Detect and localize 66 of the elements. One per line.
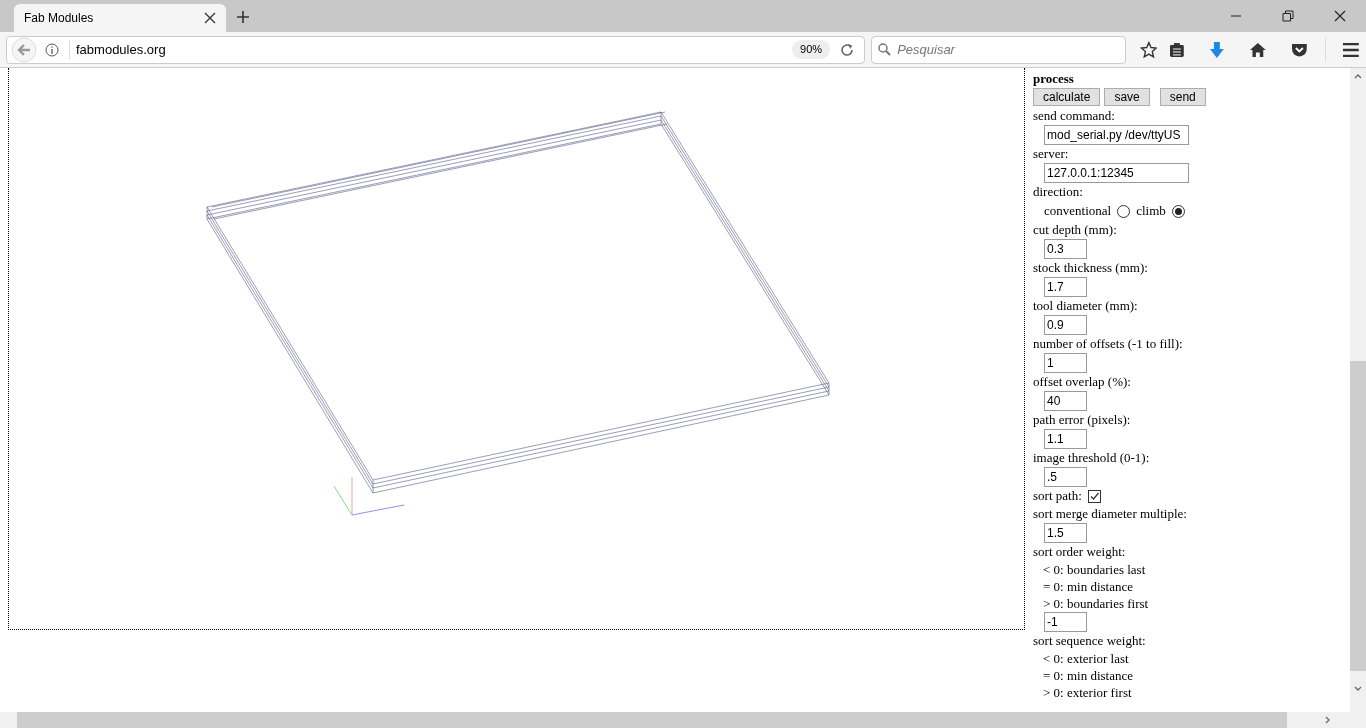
field-label: tool diameter (mm):: [1033, 297, 1139, 315]
scroll-right-icon[interactable]: [1325, 716, 1330, 724]
zoom-level[interactable]: 90%: [792, 40, 831, 59]
back-icon[interactable]: [11, 36, 37, 63]
search-input[interactable]: Pesquisar: [897, 39, 1119, 60]
address-bar[interactable]: fabmodules.org 90%: [6, 35, 866, 64]
star-icon[interactable]: [1139, 40, 1158, 59]
tab-title: Fab Modules: [24, 10, 94, 27]
field-label: sort merge diameter multiple:: [1033, 505, 1188, 523]
action-button[interactable]: save: [1104, 88, 1150, 106]
close-icon[interactable]: [204, 12, 216, 24]
radio-button[interactable]: [1117, 204, 1131, 218]
scroll-up-icon[interactable]: [1354, 74, 1362, 79]
number-field[interactable]: 0.9: [1044, 315, 1087, 335]
field-label: send command:: [1033, 107, 1116, 125]
action-button[interactable]: calculate: [1033, 88, 1101, 106]
field-label: path error (pixels):: [1033, 411, 1132, 429]
field-label: sort order weight:: [1033, 543, 1127, 561]
scrollbar-thumb[interactable]: [1350, 361, 1366, 671]
info-icon[interactable]: [45, 42, 59, 57]
number-field[interactable]: 40: [1044, 391, 1087, 411]
field-label: number of offsets (-1 to fill):: [1033, 335, 1184, 353]
number-field[interactable]: 1.5: [1044, 523, 1087, 543]
option-note: < 0: exterior last: [1042, 650, 1130, 667]
download-icon[interactable]: [1209, 40, 1225, 59]
field-label: cut depth (mm):: [1033, 221, 1118, 239]
radio-label: conventional: [1044, 202, 1112, 220]
field-label: server:: [1033, 145, 1070, 163]
field-label: offset overlap (%):: [1033, 373, 1132, 391]
browser-tab[interactable]: Fab Modules: [14, 4, 226, 32]
number-field[interactable]: 1.1: [1044, 429, 1087, 449]
url-text: fabmodules.org: [69, 39, 166, 60]
option-note: = 0: min distance: [1042, 578, 1134, 595]
search-icon: [878, 43, 892, 56]
option-note: > 0: boundaries first: [1042, 595, 1150, 612]
search-field[interactable]: Pesquisar: [871, 35, 1126, 64]
menu-icon[interactable]: [1342, 41, 1360, 58]
number-field[interactable]: 1: [1044, 353, 1087, 373]
number-field[interactable]: -1: [1044, 612, 1087, 632]
option-note: > 0: exterior first: [1042, 684, 1133, 701]
text-field[interactable]: mod_serial.py /dev/ttyUS: [1044, 125, 1189, 145]
scroll-down-icon[interactable]: [1354, 686, 1362, 691]
checkbox[interactable]: [1087, 489, 1101, 503]
section-title: process: [1033, 70, 1075, 88]
home-icon[interactable]: [1248, 41, 1267, 58]
new-tab-icon[interactable]: [236, 10, 250, 24]
radio-label: climb: [1136, 202, 1166, 220]
number-field[interactable]: .5: [1044, 467, 1087, 487]
field-label: direction:: [1033, 183, 1084, 201]
number-field[interactable]: 1.7: [1044, 277, 1087, 297]
field-label: sort path:: [1033, 487, 1082, 505]
reload-icon[interactable]: [840, 42, 855, 57]
field-label: image threshold (0-1):: [1033, 449, 1151, 467]
pocket-icon[interactable]: [1290, 41, 1308, 58]
number-field[interactable]: 0.3: [1044, 239, 1087, 259]
action-button[interactable]: send: [1159, 88, 1206, 106]
radio-button[interactable]: [1171, 204, 1185, 218]
field-label: stock thickness (mm):: [1033, 259, 1149, 277]
reading-list-icon[interactable]: [1169, 41, 1186, 58]
vertical-scrollbar[interactable]: [1350, 68, 1366, 728]
restore-icon[interactable]: [1282, 10, 1294, 22]
close-window-icon[interactable]: [1334, 10, 1346, 22]
option-note: < 0: boundaries last: [1042, 561, 1147, 578]
field-label: sort sequence weight:: [1033, 632, 1147, 650]
option-note: = 0: min distance: [1042, 667, 1134, 684]
text-field[interactable]: 127.0.0.1:12345: [1044, 163, 1189, 183]
